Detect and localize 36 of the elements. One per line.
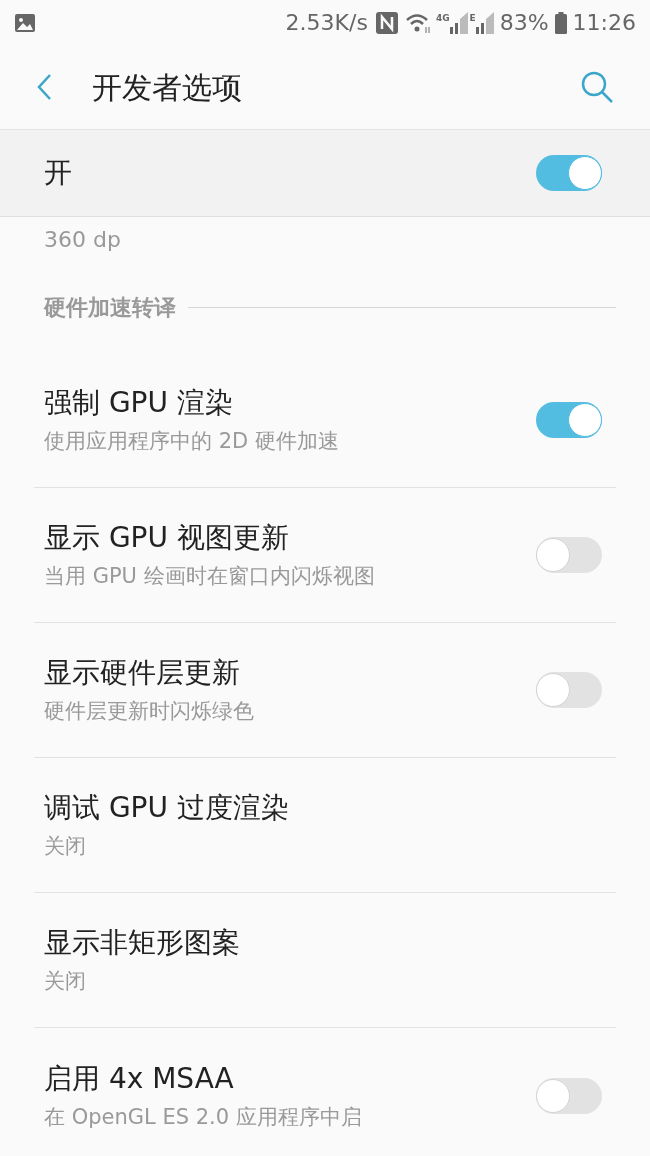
setting-title: 强制 GPU 渲染 — [44, 385, 234, 421]
toggle-switch[interactable] — [536, 537, 602, 573]
toggle-switch[interactable] — [536, 402, 602, 438]
setting-title: 显示 GPU 视图更新 — [44, 520, 290, 556]
clock: 11:26 — [572, 9, 636, 37]
section-header: 硬件加速转译 — [44, 293, 176, 322]
network-type-label: E — [469, 11, 476, 25]
image-icon — [14, 12, 36, 33]
signal-icon — [475, 11, 494, 34]
screen-title: 开发者选项 — [92, 68, 243, 107]
search-icon — [580, 70, 614, 104]
toggle-switch[interactable] — [536, 1077, 602, 1114]
wifi-icon — [405, 11, 432, 34]
toggle-switch[interactable] — [536, 155, 602, 191]
setting-summary: 硬件层更新时闪烁绿色 — [44, 698, 255, 725]
setting-value: 360 dp — [44, 225, 121, 254]
setting-title: 显示非矩形图案 — [44, 925, 241, 961]
network-type-label: 4G — [435, 11, 450, 25]
master-switch-label: 开 — [44, 155, 73, 191]
setting-title: 显示硬件层更新 — [44, 655, 241, 691]
setting-title: 调试 GPU 过度渲染 — [44, 790, 290, 826]
setting-summary: 使用应用程序中的 2D 硬件加速 — [44, 428, 340, 455]
setting-summary: 当用 GPU 绘画时在窗口内闪烁视图 — [44, 563, 376, 590]
toggle-switch[interactable] — [536, 672, 602, 708]
battery-icon — [554, 11, 567, 34]
search-button[interactable] — [580, 70, 614, 104]
nfc-icon — [375, 11, 398, 34]
setting-summary: 关闭 — [44, 968, 87, 995]
setting-title: 启用 4x MSAA — [44, 1060, 235, 1097]
signal-icon — [449, 11, 468, 34]
back-icon — [36, 73, 52, 101]
battery-percent: 83% — [499, 9, 549, 37]
back-button[interactable] — [36, 73, 52, 101]
network-speed: 2.53K/s — [285, 9, 368, 37]
setting-summary: 关闭 — [44, 833, 87, 860]
setting-summary: 在 OpenGL ES 2.0 应用程序中启 — [44, 1103, 363, 1131]
